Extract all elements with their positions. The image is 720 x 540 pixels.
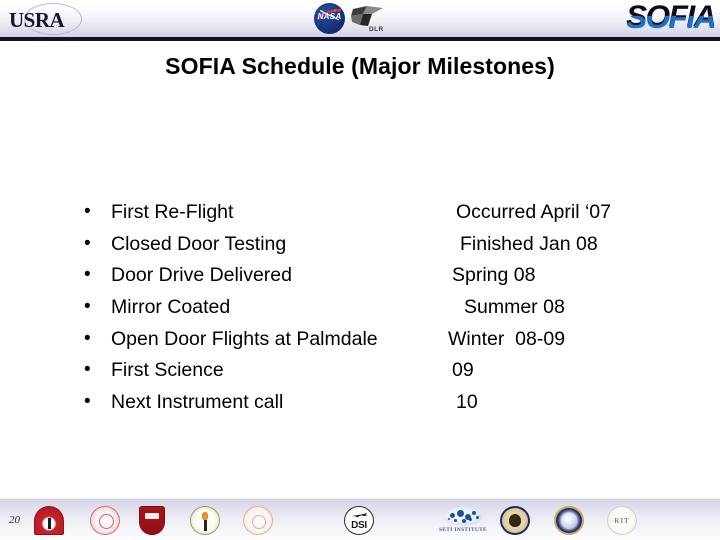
- partner-logo-dsi-text: DSI: [351, 520, 367, 531]
- partner-logo-blue-seal: [554, 506, 584, 535]
- milestone-row: • Next Instrument call 10: [0, 388, 720, 420]
- bullet-icon: •: [84, 232, 91, 254]
- usra-logo-text: USRA: [9, 8, 65, 32]
- partner-logo-seti: SETI INSTITUTE: [435, 506, 491, 535]
- partner-logo-torch: [190, 506, 220, 535]
- milestone-label: Door Drive Delivered: [111, 264, 292, 287]
- dlr-mark-icon: [351, 6, 383, 26]
- milestone-value: 10: [456, 391, 478, 414]
- partner-logo-shield: [139, 506, 165, 535]
- milestones-list: • First Re-Flight Occurred April ‘07 • C…: [0, 198, 720, 420]
- bullet-icon: •: [84, 391, 91, 413]
- milestone-row: • First Re-Flight Occurred April ‘07: [0, 198, 720, 230]
- bullet-icon: •: [84, 201, 91, 222]
- partner-logo-dsi: DSI: [344, 506, 374, 535]
- milestone-row: • Open Door Flights at Palmdale Winter 0…: [0, 325, 720, 357]
- partner-logo-arch: [34, 506, 64, 535]
- header-divider-rule: [0, 37, 720, 41]
- partner-logo-seti-text: SETI INSTITUTE: [438, 527, 488, 533]
- seti-disc-icon: [444, 507, 482, 526]
- milestone-label: First Science: [111, 359, 224, 382]
- milestone-value: Winter 08-09: [448, 327, 566, 350]
- dlr-logo-text: DLR: [369, 26, 384, 33]
- milestone-value: 09: [452, 359, 474, 382]
- bullet-icon: •: [84, 327, 91, 349]
- partner-logo-faint-seal: [243, 506, 273, 535]
- bullet-icon: •: [84, 264, 91, 286]
- milestone-label: Closed Door Testing: [111, 232, 287, 255]
- milestone-row: • Mirror Coated Summer 08: [0, 293, 720, 325]
- milestone-row: • First Science 09: [0, 356, 720, 388]
- nasa-logo-text: NASA: [317, 12, 342, 21]
- page-number: 20: [9, 514, 20, 526]
- milestone-row: • Door Drive Delivered Spring 08: [0, 261, 720, 293]
- milestone-value: Finished Jan 08: [460, 232, 598, 255]
- milestone-label: Mirror Coated: [111, 296, 231, 319]
- partner-logo-rit-text: RIT: [614, 517, 630, 525]
- bullet-icon: •: [84, 359, 91, 381]
- nasa-logo-circle: NASA: [314, 3, 345, 34]
- dlr-logo: DLR: [350, 5, 392, 37]
- milestone-label: First Re-Flight: [111, 201, 234, 223]
- milestone-label: Open Door Flights at Palmdale: [111, 327, 378, 350]
- sofia-logo: SOFIA SOFIA: [591, 0, 716, 36]
- partner-logo-gold-seal: [500, 506, 530, 535]
- milestone-value: Occurred April ‘07: [456, 201, 611, 223]
- milestone-value: Summer 08: [464, 296, 565, 319]
- milestone-value: Spring 08: [452, 264, 536, 287]
- slide-title: SOFIA Schedule (Major Milestones): [165, 53, 555, 79]
- airplane-icon: [352, 512, 368, 518]
- usra-logo: USRA: [6, 2, 116, 36]
- milestone-label: Next Instrument call: [111, 391, 284, 414]
- partner-logo-seal-pink: [90, 506, 120, 535]
- bullet-icon: •: [84, 296, 91, 318]
- milestone-row: • Closed Door Testing Finished Jan 08: [0, 230, 720, 262]
- nasa-meatball-logo: NASA: [314, 3, 345, 34]
- partner-logo-rit: RIT: [607, 506, 637, 535]
